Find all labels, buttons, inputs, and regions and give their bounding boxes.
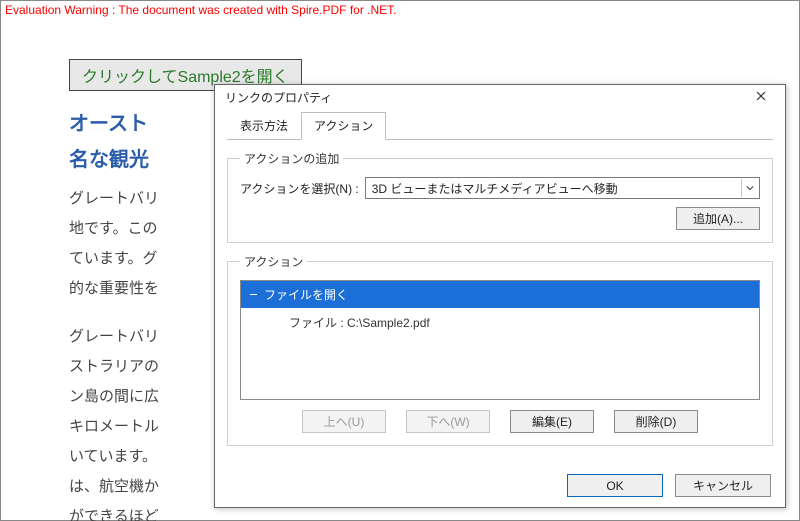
tab-display[interactable]: 表示方法 [227,112,301,140]
dialog-title: リンクのプロパティ [225,89,743,106]
action-select-combobox[interactable]: 3D ビューまたはマルチメディアビューへ移動 [365,177,760,199]
link-properties-dialog: リンクのプロパティ 表示方法 アクション アクションの追加 アクションを選択(N… [214,84,786,508]
actions-legend: アクション [240,253,307,270]
ok-button[interactable]: OK [567,474,663,497]
list-item-header[interactable]: ファイルを開く [241,281,759,308]
dialog-body: 表示方法 アクション アクションの追加 アクションを選択(N) : 3D ビュー… [215,109,785,464]
dialog-footer: OK キャンセル [215,464,785,509]
add-action-button[interactable]: 追加(A)... [676,207,760,230]
action-select-value: 3D ビューまたはマルチメディアビューへ移動 [372,180,741,197]
tab-actions[interactable]: アクション [301,112,386,140]
page-root: Evaluation Warning : The document was cr… [0,0,800,521]
move-up-button: 上へ(U) [302,410,386,433]
dialog-titlebar: リンクのプロパティ [215,85,785,109]
actions-group: アクション ファイルを開く ファイル : C:\Sample2.pdf 上へ(U… [227,253,773,446]
select-action-label: アクションを選択(N) : [240,180,359,197]
edit-button[interactable]: 編集(E) [510,410,594,433]
close-button[interactable] [743,85,779,109]
list-item-detail: ファイル : C:\Sample2.pdf [241,308,759,337]
delete-button[interactable]: 削除(D) [614,410,698,433]
add-action-group: アクションの追加 アクションを選択(N) : 3D ビューまたはマルチメディアビ… [227,150,773,243]
list-item[interactable]: ファイルを開く ファイル : C:\Sample2.pdf [241,281,759,337]
actions-list[interactable]: ファイルを開く ファイル : C:\Sample2.pdf [240,280,760,400]
move-down-button: 下へ(W) [406,410,490,433]
collapse-icon [249,290,258,299]
chevron-down-icon [741,179,757,197]
evaluation-warning: Evaluation Warning : The document was cr… [5,3,397,17]
add-action-legend: アクションの追加 [240,150,343,167]
close-icon [756,90,766,104]
cancel-button[interactable]: キャンセル [675,474,771,497]
list-item-title: ファイルを開く [264,286,348,303]
tabstrip: 表示方法 アクション [227,111,773,140]
